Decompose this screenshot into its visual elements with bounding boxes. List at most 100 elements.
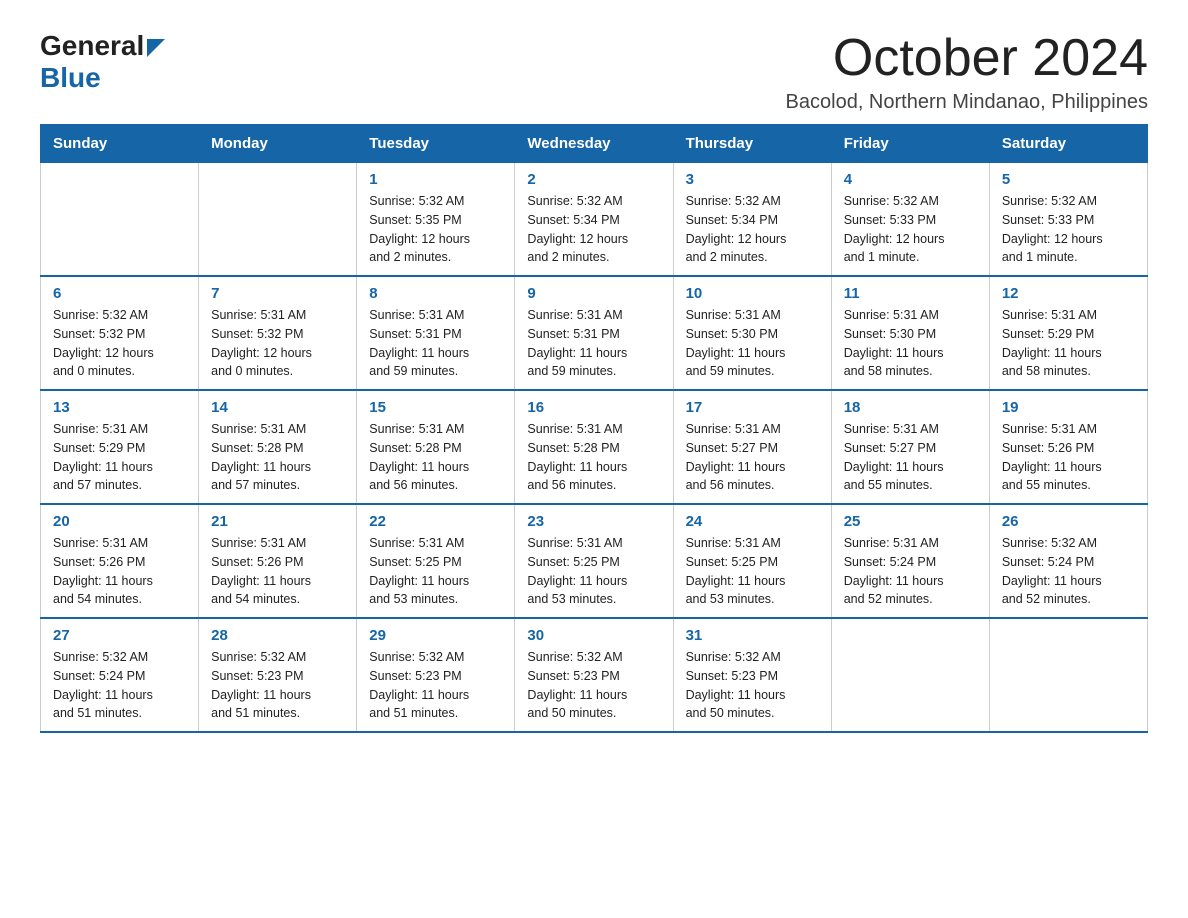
- cell-info: Sunrise: 5:31 AMSunset: 5:24 PMDaylight:…: [844, 534, 977, 609]
- calendar-cell: 23 Sunrise: 5:31 AMSunset: 5:25 PMDayligh…: [515, 504, 673, 618]
- cell-day-number: 8: [369, 285, 502, 302]
- calendar-cell: 17 Sunrise: 5:31 AMSunset: 5:27 PMDayligh…: [673, 390, 831, 504]
- calendar-cell: 2 Sunrise: 5:32 AMSunset: 5:34 PMDaylight…: [515, 163, 673, 277]
- calendar-cell: 15 Sunrise: 5:31 AMSunset: 5:28 PMDayligh…: [357, 390, 515, 504]
- title-block: October 2024 Bacolod, Northern Mindanao,…: [786, 30, 1148, 114]
- calendar-cell: 19 Sunrise: 5:31 AMSunset: 5:26 PMDayligh…: [989, 390, 1147, 504]
- cell-day-number: 4: [844, 171, 977, 188]
- calendar-header-row: SundayMondayTuesdayWednesdayThursdayFrid…: [41, 125, 1148, 163]
- calendar-week-row: 1 Sunrise: 5:32 AMSunset: 5:35 PMDaylight…: [41, 163, 1148, 277]
- calendar-cell: 11 Sunrise: 5:31 AMSunset: 5:30 PMDayligh…: [831, 276, 989, 390]
- cell-info: Sunrise: 5:31 AMSunset: 5:26 PMDaylight:…: [1002, 420, 1135, 495]
- cell-info: Sunrise: 5:32 AMSunset: 5:23 PMDaylight:…: [686, 648, 819, 723]
- header-day-saturday: Saturday: [989, 125, 1147, 163]
- calendar-cell: [41, 163, 199, 277]
- cell-info: Sunrise: 5:31 AMSunset: 5:28 PMDaylight:…: [211, 420, 344, 495]
- cell-info: Sunrise: 5:32 AMSunset: 5:24 PMDaylight:…: [53, 648, 186, 723]
- calendar-week-row: 13 Sunrise: 5:31 AMSunset: 5:29 PMDayligh…: [41, 390, 1148, 504]
- calendar-cell: 24 Sunrise: 5:31 AMSunset: 5:25 PMDayligh…: [673, 504, 831, 618]
- header-day-monday: Monday: [199, 125, 357, 163]
- calendar-cell: [199, 163, 357, 277]
- cell-info: Sunrise: 5:32 AMSunset: 5:23 PMDaylight:…: [369, 648, 502, 723]
- calendar-week-row: 6Sunrise: 5:32 AMSunset: 5:32 PMDaylight…: [41, 276, 1148, 390]
- cell-info: Sunrise: 5:31 AMSunset: 5:28 PMDaylight:…: [369, 420, 502, 495]
- cell-day-number: 11: [844, 285, 977, 302]
- logo-icon: General Blue: [40, 30, 165, 94]
- calendar-cell: 30Sunrise: 5:32 AMSunset: 5:23 PMDayligh…: [515, 618, 673, 732]
- cell-day-number: 27: [53, 627, 186, 644]
- cell-day-number: 17: [686, 399, 819, 416]
- cell-day-number: 24: [686, 513, 819, 530]
- cell-day-number: 22: [369, 513, 502, 530]
- logo-general-text: General: [40, 30, 144, 62]
- cell-day-number: 1: [369, 171, 502, 188]
- calendar-cell: 9 Sunrise: 5:31 AMSunset: 5:31 PMDaylight…: [515, 276, 673, 390]
- cell-info: Sunrise: 5:31 AMSunset: 5:29 PMDaylight:…: [53, 420, 186, 495]
- cell-day-number: 20: [53, 513, 186, 530]
- cell-day-number: 23: [527, 513, 660, 530]
- cell-info: Sunrise: 5:31 AMSunset: 5:26 PMDaylight:…: [53, 534, 186, 609]
- cell-info: Sunrise: 5:32 AMSunset: 5:24 PMDaylight:…: [1002, 534, 1135, 609]
- cell-day-number: 13: [53, 399, 186, 416]
- calendar-cell: 1 Sunrise: 5:32 AMSunset: 5:35 PMDaylight…: [357, 163, 515, 277]
- cell-info: Sunrise: 5:31 AMSunset: 5:30 PMDaylight:…: [686, 306, 819, 381]
- cell-day-number: 7: [211, 285, 344, 302]
- calendar-cell: 31 Sunrise: 5:32 AMSunset: 5:23 PMDayligh…: [673, 618, 831, 732]
- cell-day-number: 18: [844, 399, 977, 416]
- calendar-cell: 22Sunrise: 5:31 AMSunset: 5:25 PMDayligh…: [357, 504, 515, 618]
- subtitle: Bacolod, Northern Mindanao, Philippines: [786, 91, 1148, 114]
- calendar-cell: 7 Sunrise: 5:31 AMSunset: 5:32 PMDaylight…: [199, 276, 357, 390]
- page-header: General Blue October 2024 Bacolod, North…: [40, 30, 1148, 114]
- calendar-cell: 28Sunrise: 5:32 AMSunset: 5:23 PMDayligh…: [199, 618, 357, 732]
- cell-day-number: 10: [686, 285, 819, 302]
- cell-day-number: 21: [211, 513, 344, 530]
- cell-info: Sunrise: 5:31 AMSunset: 5:25 PMDaylight:…: [686, 534, 819, 609]
- cell-info: Sunrise: 5:31 AMSunset: 5:32 PMDaylight:…: [211, 306, 344, 381]
- cell-info: Sunrise: 5:31 AMSunset: 5:25 PMDaylight:…: [527, 534, 660, 609]
- cell-day-number: 31: [686, 627, 819, 644]
- header-day-friday: Friday: [831, 125, 989, 163]
- header-day-thursday: Thursday: [673, 125, 831, 163]
- logo: General Blue: [40, 30, 165, 94]
- calendar-cell: 12 Sunrise: 5:31 AMSunset: 5:29 PMDayligh…: [989, 276, 1147, 390]
- cell-info: Sunrise: 5:31 AMSunset: 5:27 PMDaylight:…: [686, 420, 819, 495]
- logo-triangle-icon: [147, 39, 165, 57]
- cell-day-number: 25: [844, 513, 977, 530]
- cell-info: Sunrise: 5:32 AMSunset: 5:35 PMDaylight:…: [369, 192, 502, 267]
- cell-day-number: 15: [369, 399, 502, 416]
- calendar-cell: 14 Sunrise: 5:31 AMSunset: 5:28 PMDayligh…: [199, 390, 357, 504]
- cell-info: Sunrise: 5:32 AMSunset: 5:32 PMDaylight:…: [53, 306, 186, 381]
- cell-day-number: 26: [1002, 513, 1135, 530]
- cell-day-number: 14: [211, 399, 344, 416]
- cell-info: Sunrise: 5:32 AMSunset: 5:34 PMDaylight:…: [527, 192, 660, 267]
- calendar-cell: 26 Sunrise: 5:32 AMSunset: 5:24 PMDayligh…: [989, 504, 1147, 618]
- cell-day-number: 2: [527, 171, 660, 188]
- cell-info: Sunrise: 5:31 AMSunset: 5:31 PMDaylight:…: [527, 306, 660, 381]
- calendar-week-row: 20 Sunrise: 5:31 AMSunset: 5:26 PMDayligh…: [41, 504, 1148, 618]
- cell-day-number: 29: [369, 627, 502, 644]
- cell-day-number: 28: [211, 627, 344, 644]
- calendar-cell: 4 Sunrise: 5:32 AMSunset: 5:33 PMDaylight…: [831, 163, 989, 277]
- calendar-cell: 13 Sunrise: 5:31 AMSunset: 5:29 PMDayligh…: [41, 390, 199, 504]
- cell-info: Sunrise: 5:32 AMSunset: 5:23 PMDaylight:…: [527, 648, 660, 723]
- cell-day-number: 5: [1002, 171, 1135, 188]
- cell-info: Sunrise: 5:32 AMSunset: 5:33 PMDaylight:…: [1002, 192, 1135, 267]
- cell-info: Sunrise: 5:31 AMSunset: 5:26 PMDaylight:…: [211, 534, 344, 609]
- calendar-cell: 27 Sunrise: 5:32 AMSunset: 5:24 PMDayligh…: [41, 618, 199, 732]
- cell-info: Sunrise: 5:32 AMSunset: 5:33 PMDaylight:…: [844, 192, 977, 267]
- cell-info: Sunrise: 5:31 AMSunset: 5:30 PMDaylight:…: [844, 306, 977, 381]
- cell-day-number: 9: [527, 285, 660, 302]
- logo-blue-text: Blue: [40, 62, 101, 94]
- header-day-wednesday: Wednesday: [515, 125, 673, 163]
- calendar-cell: 8 Sunrise: 5:31 AMSunset: 5:31 PMDaylight…: [357, 276, 515, 390]
- calendar-week-row: 27 Sunrise: 5:32 AMSunset: 5:24 PMDayligh…: [41, 618, 1148, 732]
- calendar-cell: [989, 618, 1147, 732]
- cell-day-number: 12: [1002, 285, 1135, 302]
- cell-info: Sunrise: 5:31 AMSunset: 5:29 PMDaylight:…: [1002, 306, 1135, 381]
- calendar-table: SundayMondayTuesdayWednesdayThursdayFrid…: [40, 124, 1148, 733]
- calendar-cell: 20 Sunrise: 5:31 AMSunset: 5:26 PMDayligh…: [41, 504, 199, 618]
- cell-day-number: 19: [1002, 399, 1135, 416]
- cell-day-number: 16: [527, 399, 660, 416]
- cell-info: Sunrise: 5:31 AMSunset: 5:31 PMDaylight:…: [369, 306, 502, 381]
- calendar-cell: 10 Sunrise: 5:31 AMSunset: 5:30 PMDayligh…: [673, 276, 831, 390]
